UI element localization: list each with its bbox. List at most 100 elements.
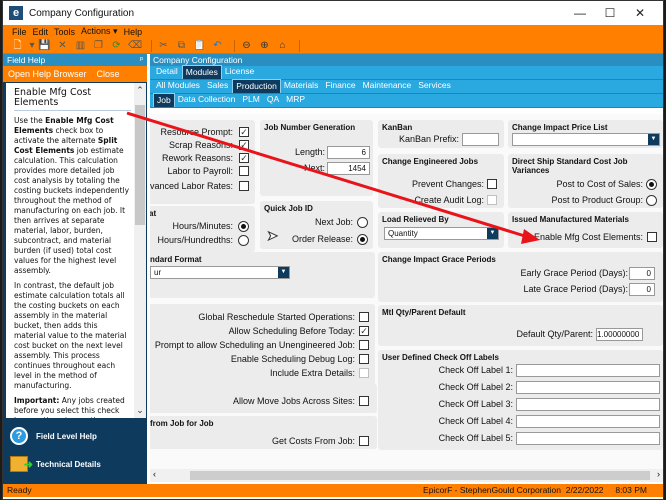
refresh-icon[interactable]: ⟳ xyxy=(110,40,123,52)
undo-icon[interactable]: ↶ xyxy=(211,40,224,52)
next-job-number-input[interactable]: 1454 xyxy=(327,162,370,175)
post-to-product-group-radio[interactable] xyxy=(646,195,657,206)
scheduling-debug-log-checkbox[interactable] xyxy=(359,354,369,364)
standard-format-dropdown[interactable]: ur ▼ xyxy=(150,266,290,279)
field-help-title: Field Help ᵖ xyxy=(3,54,147,66)
tabs-level1: Detail Modules License xyxy=(150,65,663,80)
home-icon[interactable]: ⌂ xyxy=(276,40,289,52)
chevron-down-icon[interactable]: ▼ xyxy=(648,134,659,145)
field-level-help-button[interactable]: ? Field Level Help xyxy=(6,422,146,450)
next-job-radio[interactable] xyxy=(357,217,368,228)
resource-prompt-checkbox[interactable]: ✓ xyxy=(239,127,249,137)
length-input[interactable]: 6 xyxy=(327,146,370,159)
prompt-unengineered-checkbox[interactable] xyxy=(359,340,369,350)
save-icon[interactable]: 💾 xyxy=(38,40,51,52)
tab-materials[interactable]: Materials xyxy=(281,79,322,93)
hours-hundredths-radio[interactable] xyxy=(238,235,249,246)
time-format-group: at Hours/Minutes: Hours/Hundredths: xyxy=(150,206,255,252)
maximize-button[interactable]: ☐ xyxy=(593,1,627,25)
menu-help[interactable]: Help xyxy=(124,27,143,37)
include-extra-details-label: Include Extra Details: xyxy=(269,368,355,378)
tab-detail[interactable]: Detail xyxy=(153,65,182,79)
tab-all-modules[interactable]: All Modules xyxy=(153,79,204,93)
horizontal-scroll-thumb[interactable] xyxy=(190,471,650,480)
tab-production[interactable]: Production xyxy=(232,79,281,93)
technical-details-button[interactable]: Technical Details xyxy=(6,450,146,478)
change-impact-price-list-dropdown[interactable]: ▼ xyxy=(512,133,660,146)
help-scroll-thumb[interactable] xyxy=(135,105,145,225)
global-reschedule-checkbox[interactable] xyxy=(359,312,369,322)
scroll-left-icon[interactable]: ‹ xyxy=(153,469,156,479)
global-reschedule-label: Global Reschedule Started Operations: xyxy=(198,312,355,322)
tab-finance[interactable]: Finance xyxy=(322,79,359,93)
copy-icon[interactable]: ❐ xyxy=(92,40,105,52)
delete-icon[interactable]: ✕ xyxy=(56,40,69,52)
chevron-down-icon[interactable]: ▼ xyxy=(487,228,498,239)
new-dropdown-icon[interactable]: ▾ xyxy=(29,40,35,52)
issued-manufactured-materials-group: Issued Manufactured Materials Enable Mfg… xyxy=(508,212,663,248)
tab-services[interactable]: Services xyxy=(415,79,455,93)
tab-maintenance[interactable]: Maintenance xyxy=(360,79,416,93)
kanban-prefix-input[interactable] xyxy=(462,133,499,146)
load-relieved-by-dropdown[interactable]: Quantity ▼ xyxy=(384,227,499,240)
duplicate-icon[interactable]: ⧉ xyxy=(175,40,188,52)
hours-hundredths-label: Hours/Hundredths: xyxy=(157,235,233,245)
scrap-reasons-checkbox[interactable]: ✓ xyxy=(239,140,249,150)
pin-icon[interactable]: ᵖ xyxy=(140,54,143,66)
check-off-label-2-input[interactable] xyxy=(516,381,660,394)
tab-mrp[interactable]: MRP xyxy=(283,93,309,107)
tab-plm[interactable]: PLM xyxy=(239,93,263,107)
allow-scheduling-before-today-checkbox[interactable]: ✓ xyxy=(359,326,369,336)
forward-icon[interactable]: ⊕ xyxy=(258,40,271,52)
status-ready: Ready xyxy=(7,485,32,495)
allow-move-jobs-checkbox[interactable] xyxy=(359,396,369,406)
menu-bar: File Edit Tools Actions ▾ Help xyxy=(3,25,663,38)
close-button[interactable]: ✕ xyxy=(623,1,657,25)
eraser-icon[interactable]: ⌫ xyxy=(128,40,142,52)
standard-format-group: ndard Format ur ▼ xyxy=(150,252,375,298)
back-icon[interactable]: ⊖ xyxy=(240,40,253,52)
default-qty-parent-input[interactable]: 1.00000000 xyxy=(596,328,643,341)
close-help-link[interactable]: Close xyxy=(97,69,120,79)
menu-edit[interactable]: Edit xyxy=(33,27,49,37)
new-icon[interactable]: 🗋 xyxy=(11,40,24,52)
minimize-button[interactable]: — xyxy=(563,1,597,25)
chevron-down-icon[interactable]: ▼ xyxy=(278,267,289,278)
hours-minutes-radio[interactable] xyxy=(238,221,249,232)
get-costs-from-job-checkbox[interactable] xyxy=(359,436,369,446)
scroll-right-icon[interactable]: › xyxy=(657,469,660,479)
tabs-level3: Job Data Collection PLM QA MRP xyxy=(150,93,663,108)
tab-data-collection[interactable]: Data Collection xyxy=(175,93,240,107)
tab-sales[interactable]: Sales xyxy=(204,79,232,93)
check-off-label-4-input[interactable] xyxy=(516,415,660,428)
menu-tools[interactable]: Tools xyxy=(54,27,75,37)
advanced-labor-rates-checkbox[interactable] xyxy=(239,181,249,191)
menu-file[interactable]: File xyxy=(12,27,27,37)
tab-modules[interactable]: Modules xyxy=(181,65,222,79)
order-release-radio[interactable] xyxy=(357,234,368,245)
rework-reasons-checkbox[interactable]: ✓ xyxy=(239,153,249,163)
check-off-label-3-input[interactable] xyxy=(516,398,660,411)
menu-actions[interactable]: Actions ▾ xyxy=(81,26,118,37)
prevent-changes-checkbox[interactable] xyxy=(487,179,497,189)
help-scrollbar[interactable]: ⌃ ⌄ xyxy=(134,83,146,418)
scroll-up-icon[interactable]: ⌃ xyxy=(135,85,145,96)
labor-to-payroll-checkbox[interactable] xyxy=(239,166,249,176)
post-to-cost-of-sales-radio[interactable] xyxy=(646,179,657,190)
check-off-label-5-input[interactable] xyxy=(516,432,660,445)
change-impact-grace-periods-group: Change Impact Grace Periods Early Grace … xyxy=(378,252,663,302)
paste-icon[interactable]: 📋 xyxy=(193,40,206,52)
tab-license[interactable]: License xyxy=(222,65,258,79)
scroll-down-icon[interactable]: ⌄ xyxy=(135,405,145,416)
window-title: Company Configuration xyxy=(29,7,135,19)
early-grace-period-input[interactable]: 0 xyxy=(629,267,655,280)
tab-qa[interactable]: QA xyxy=(264,93,283,107)
tab-job[interactable]: Job xyxy=(153,93,175,107)
late-grace-period-input[interactable]: 0 xyxy=(629,283,655,296)
open-help-browser-link[interactable]: Open Help Browser xyxy=(8,69,87,79)
cut-icon[interactable]: ✂ xyxy=(157,40,170,52)
check-off-label-1-input[interactable] xyxy=(516,364,660,377)
enable-mfg-cost-elements-checkbox[interactable] xyxy=(647,232,657,242)
book-icon[interactable]: ▥ xyxy=(74,40,87,52)
horizontal-scrollbar[interactable]: ‹ › xyxy=(150,469,663,482)
